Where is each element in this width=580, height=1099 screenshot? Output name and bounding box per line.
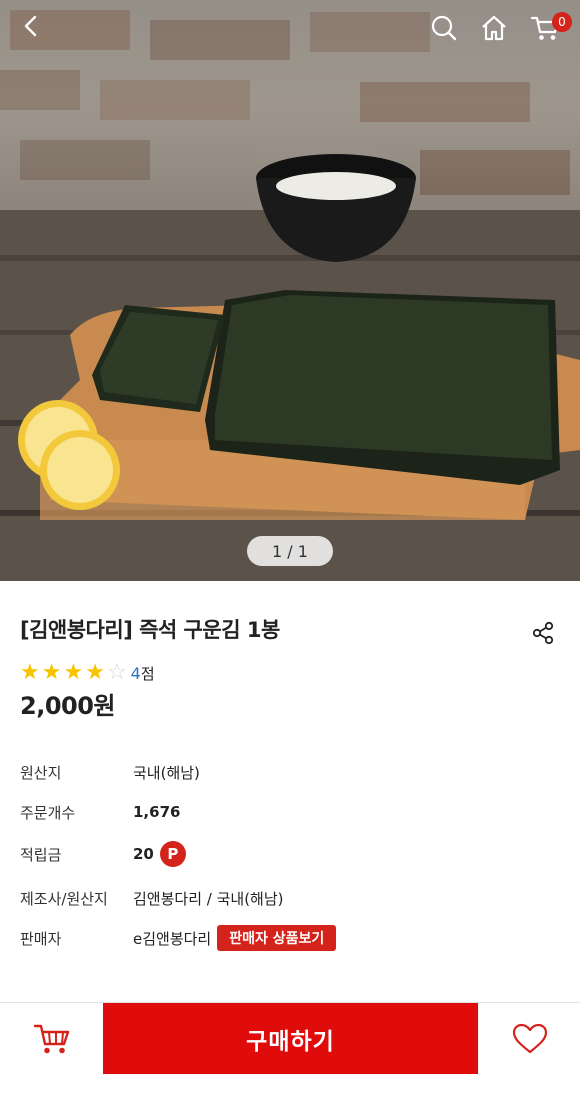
add-to-cart-button[interactable] — [0, 1003, 103, 1074]
spec-value-wrap: 20 P — [133, 841, 186, 867]
cart-icon — [33, 1024, 69, 1053]
star-icon: ★ — [20, 660, 40, 685]
rating: ★ ★ ★ ★ ☆ 4 점 — [20, 662, 155, 684]
points-badge: P — [159, 841, 186, 867]
back-button[interactable] — [20, 14, 56, 50]
cart-button[interactable]: 0 — [530, 12, 572, 50]
spec-row-seller: 판매자 e김앤봉다리 판매자 상품보기 — [20, 923, 560, 953]
home-icon — [482, 15, 506, 41]
product-price: 2,000원 — [20, 692, 116, 720]
star-icon: ★ — [85, 660, 105, 685]
spec-label: 원산지 — [20, 763, 62, 782]
product-title: [김앤봉다리] 즉석 구운김 1봉 — [20, 618, 280, 642]
image-pager: 1 / 1 — [247, 536, 333, 566]
share-icon — [532, 621, 554, 645]
search-icon — [431, 15, 457, 41]
seller-products-button[interactable]: 판매자 상품보기 — [217, 925, 337, 951]
rating-value: 4 — [130, 663, 141, 683]
seaweed-photo — [0, 0, 580, 581]
spec-label: 판매자 — [20, 929, 62, 948]
wishlist-button[interactable] — [478, 1003, 580, 1074]
product-image[interactable]: 0 1 / 1 — [0, 0, 580, 581]
spec-value: 김앤봉다리 / 국내(해남) — [133, 889, 284, 908]
seller-name: e김앤봉다리 — [133, 929, 212, 948]
spec-label: 적립금 — [20, 845, 62, 864]
top-bar: 0 — [0, 0, 580, 64]
rating-unit: 점 — [140, 664, 155, 683]
spec-row-manufacturer: 제조사/원산지 김앤봉다리 / 국내(해남) — [20, 883, 560, 913]
spec-value: 20 — [133, 845, 154, 863]
spec-value-wrap: e김앤봉다리 판매자 상품보기 — [133, 925, 337, 951]
heart-icon — [512, 1023, 547, 1053]
chevron-left-icon — [24, 15, 37, 37]
star-icon: ★ — [41, 660, 62, 685]
spec-label: 주문개수 — [20, 803, 76, 822]
spec-row-origin: 원산지 국내(해남) — [20, 757, 560, 787]
star-empty-icon: ☆ — [106, 660, 127, 685]
spec-label: 제조사/원산지 — [20, 889, 108, 908]
buy-now-button[interactable]: 구매하기 — [103, 1003, 478, 1074]
search-button[interactable] — [430, 14, 466, 50]
spec-value: 국내(해남) — [133, 763, 200, 782]
share-button[interactable] — [530, 620, 556, 646]
spec-value: 1,676 — [133, 803, 181, 821]
bottom-action-bar: 구매하기 — [0, 1002, 580, 1074]
star-icon: ★ — [63, 660, 84, 685]
spec-row-points: 적립금 20 P — [20, 839, 560, 869]
spec-row-order-count: 주문개수 1,676 — [20, 797, 560, 827]
cart-count-badge: 0 — [552, 12, 572, 32]
home-button[interactable] — [480, 14, 516, 50]
